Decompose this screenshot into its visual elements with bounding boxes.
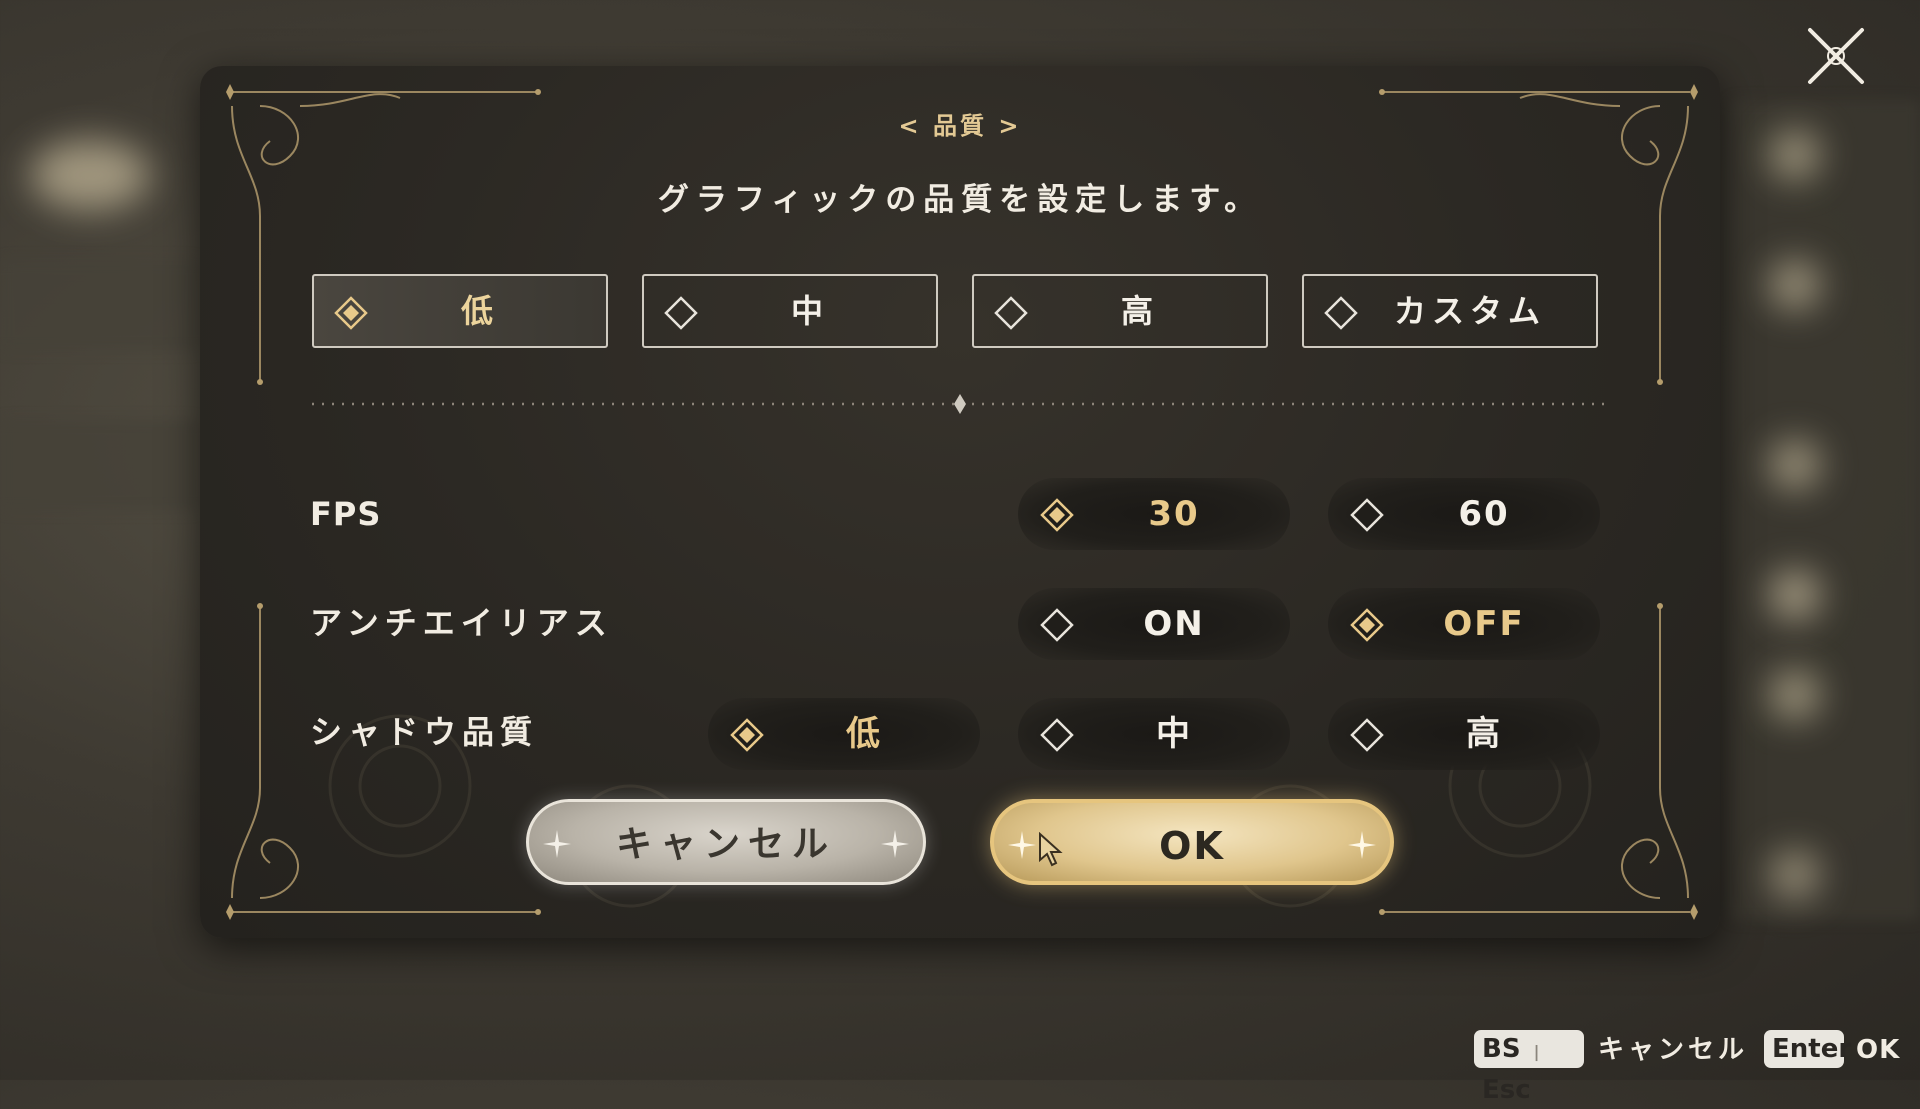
diamond-icon	[1350, 498, 1384, 532]
shadow-medium-label: 中	[1156, 714, 1192, 754]
preset-high[interactable]: 高	[972, 274, 1268, 348]
preset-selector: 低 中 高 カスタム	[312, 274, 1608, 348]
background-glow	[1770, 260, 1820, 310]
diamond-icon	[1040, 608, 1074, 642]
diamond-selected-icon	[1040, 498, 1074, 532]
background-glow	[1770, 670, 1820, 720]
antialias-option-on[interactable]: ON	[1018, 588, 1290, 660]
background-glow	[1770, 130, 1820, 180]
background-panel	[0, 420, 200, 510]
fps-option-60[interactable]: 60	[1328, 478, 1600, 550]
sparkle-icon	[881, 830, 909, 858]
antialias-on-label: ON	[1143, 604, 1205, 644]
antialias-option-off[interactable]: OFF	[1328, 588, 1600, 660]
background-glow	[1770, 570, 1820, 620]
diamond-selected-icon	[1350, 608, 1384, 642]
background-glow	[30, 140, 150, 210]
dialog-subtitle: < 品質 >	[898, 112, 1022, 140]
background-panel	[0, 260, 200, 350]
diamond-icon	[1350, 718, 1384, 752]
diamond-icon	[664, 296, 698, 330]
diamond-selected-icon	[334, 296, 368, 330]
cancel-button[interactable]: キャンセル	[526, 799, 926, 885]
background-glow	[1770, 440, 1820, 490]
background-glow	[1770, 850, 1820, 900]
preset-custom-label: カスタム	[1393, 292, 1546, 330]
shadow-option-low[interactable]: 低	[708, 698, 980, 770]
key-bs: BS	[1482, 1034, 1521, 1064]
preset-medium[interactable]: 中	[642, 274, 938, 348]
diamond-selected-icon	[730, 718, 764, 752]
key-enter: Enter	[1772, 1034, 1852, 1064]
preset-custom[interactable]: カスタム	[1302, 274, 1598, 348]
fps-label: FPS	[310, 495, 382, 533]
diamond-icon	[994, 296, 1028, 330]
preset-high-label: 高	[1120, 292, 1159, 330]
footer-key-hints: BS | Esc キャンセル Enter OK	[0, 1026, 1920, 1105]
shadow-high-label: 高	[1466, 714, 1502, 754]
dotted-divider	[312, 394, 1608, 414]
fps-30-label: 30	[1148, 494, 1200, 534]
shadow-option-high[interactable]: 高	[1328, 698, 1600, 770]
footer-ok-label: OK	[1856, 1035, 1901, 1065]
background-panel	[1730, 100, 1920, 920]
diamond-icon	[1040, 718, 1074, 752]
close-x-icon	[1808, 28, 1864, 84]
key-hint-enter[interactable]: Enter	[1764, 1030, 1851, 1068]
fps-option-30[interactable]: 30	[1018, 478, 1290, 550]
dialog-description: グラフィックの品質を設定します。	[657, 182, 1263, 218]
preset-medium-label: 中	[790, 292, 829, 330]
shadow-quality-label: シャドウ品質	[310, 713, 539, 751]
shadow-option-medium[interactable]: 中	[1018, 698, 1290, 770]
shadow-low-label: 低	[846, 714, 882, 754]
key-hint-bs-esc[interactable]: BS | Esc	[1474, 1030, 1584, 1105]
cancel-button-label: キャンセル	[615, 824, 836, 865]
preset-low-label: 低	[460, 292, 499, 330]
preset-low[interactable]: 低	[312, 274, 608, 348]
key-separator: |	[1533, 1042, 1540, 1061]
antialias-label: アンチエイリアス	[310, 604, 613, 642]
close-button[interactable]	[1800, 20, 1872, 92]
fps-60-label: 60	[1458, 494, 1510, 534]
quality-dialog: < 品質 > グラフィックの品質を設定します。 低 中 高 カスタム FPS 3…	[200, 66, 1720, 938]
sparkle-icon	[1348, 831, 1376, 859]
diamond-icon	[1324, 296, 1358, 330]
footer-cancel-label: キャンセル	[1598, 1035, 1749, 1065]
mouse-cursor-icon	[1039, 832, 1063, 867]
antialias-off-label: OFF	[1443, 604, 1525, 644]
